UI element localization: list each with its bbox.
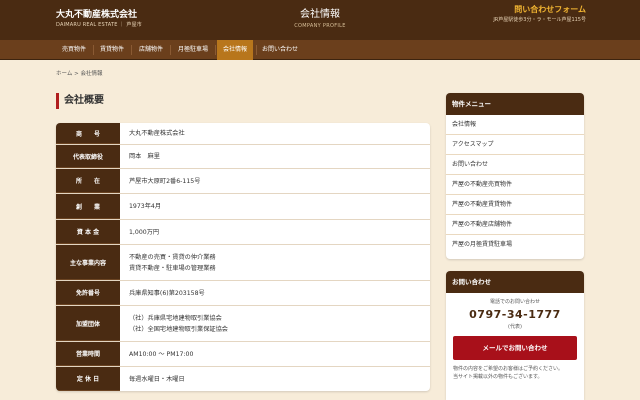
breadcrumb-home[interactable]: ホーム — [56, 71, 72, 77]
value-line: （社）兵庫県宅地建物取引業協会 — [129, 314, 222, 322]
table-row: 代表取締役 岡本 麻里 — [56, 145, 430, 169]
value-line: 岡本 麻里 — [129, 153, 160, 160]
company-subtitle: DAIMARU REAL ESTATE ｜ 芦屋市 — [56, 22, 142, 28]
phone-number[interactable]: 0797-34-1777 — [446, 307, 584, 323]
row-value: 岡本 麻里 — [129, 145, 424, 168]
nav-divider — [170, 45, 171, 55]
nav-divider — [215, 45, 216, 55]
row-label: 営業時間 — [56, 342, 120, 366]
row-label: 代表取締役 — [56, 145, 120, 168]
row-value: （社）兵庫県宅地建物取引業協会 （社）全国宅地建物取引業保証協会 — [129, 306, 424, 341]
row-value: 芦屋市大原町2番6-115号 — [129, 169, 424, 193]
section-heading: 会社概要 — [56, 93, 104, 109]
company-name: 大丸不動産株式会社 — [56, 10, 138, 20]
contact-box-title: お問い合わせ — [446, 271, 584, 293]
table-row: 営業時間 AM10:00 〜 PM17:00 — [56, 342, 430, 367]
page-title: 会社情報 — [300, 9, 340, 20]
contact-form-link[interactable]: 問い合わせフォーム — [493, 4, 586, 16]
company-info-table: 商 号 大丸不動産株式会社 代表取締役 岡本 麻里 所 在 芦屋市大原町2番6-… — [56, 123, 430, 391]
menu-item-access[interactable]: アクセスマップ — [446, 135, 584, 155]
menu-item-company[interactable]: 会社情報 — [446, 115, 584, 135]
value-line: 1973年4月 — [129, 203, 162, 210]
row-value: 1973年4月 — [129, 194, 424, 219]
value-line: 大丸不動産株式会社 — [129, 130, 185, 137]
footnote-line: 物件の内容をご希望のお客様はご予約ください。 — [453, 366, 564, 372]
footnote-line: 当サイト掲載以外の物件もございます。 — [453, 374, 543, 380]
main-nav: 売買物件 賃貸物件 店舗物件 月極駐車場 会社情報 お問い合わせ — [0, 40, 640, 60]
breadcrumb-separator: > — [74, 71, 79, 77]
menu-item-parking[interactable]: 芦屋の月極賃貸駐車場 — [446, 235, 584, 255]
nav-divider — [131, 45, 132, 55]
nav-item-sale[interactable]: 売買物件 — [56, 40, 92, 60]
row-label: 創 業 — [56, 194, 120, 219]
value-line: AM10:00 〜 PM17:00 — [129, 350, 194, 358]
row-label: 免許番号 — [56, 281, 120, 305]
property-menu-title: 物件メニュー — [446, 93, 584, 115]
header-address: JR芦屋駅徒歩3分・ラ・モール芦屋115号 — [493, 17, 586, 23]
property-menu: 物件メニュー 会社情報 アクセスマップ お問い合わせ 芦屋の不動産売買物件 芦屋… — [446, 93, 584, 259]
header-contact: 問い合わせフォーム JR芦屋駅徒歩3分・ラ・モール芦屋115号 — [493, 4, 586, 25]
value-line: （社）全国宅地建物取引業保証協会 — [129, 325, 228, 333]
value-line: 毎週水曜日・木曜日 — [129, 375, 185, 383]
value-line: 1,000万円 — [129, 228, 160, 236]
phone-label: 電話でのお問い合わせ — [489, 299, 540, 305]
value-line: 不動産の売買・賃貸の仲介業務 — [129, 253, 216, 261]
row-value: 大丸不動産株式会社 — [129, 123, 424, 144]
nav-item-rent[interactable]: 賃貸物件 — [94, 40, 130, 60]
mail-contact-button[interactable]: メールでお問い合わせ — [453, 336, 577, 360]
nav-item-company[interactable]: 会社情報 — [217, 40, 254, 60]
breadcrumb: ホーム > 会社情報 — [56, 69, 102, 77]
table-row: 免許番号 兵庫県知事(6)第203158号 — [56, 281, 430, 306]
menu-item-rent[interactable]: 芦屋の不動産賃貸物件 — [446, 195, 584, 215]
row-label: 所 在 — [56, 169, 120, 193]
table-row: 所 在 芦屋市大原町2番6-115号 — [56, 169, 430, 194]
table-row: 創 業 1973年4月 — [56, 194, 430, 220]
site-header: 大丸不動産株式会社 DAIMARU REAL ESTATE ｜ 芦屋市 会社情報… — [0, 0, 640, 40]
page-header-title: 会社情報 COMPANY PROFILE — [220, 8, 420, 31]
phone-note: (代表) — [508, 324, 522, 330]
row-label: 主な事業内容 — [56, 245, 120, 280]
row-label: 定 休 日 — [56, 367, 120, 391]
contact-body: 電話でのお問い合わせ 0797-34-1777 (代表) メールでお問い合わせ … — [446, 293, 584, 381]
row-label: 商 号 — [56, 123, 120, 144]
breadcrumb-current: 会社情報 — [80, 71, 103, 77]
table-row: 定 休 日 毎週水曜日・木曜日 — [56, 367, 430, 391]
page-title-en: COMPANY PROFILE — [294, 23, 346, 29]
menu-item-sale[interactable]: 芦屋の不動産売買物件 — [446, 175, 584, 195]
table-row: 主な事業内容 不動産の売買・賃貸の仲介業務 賃貸不動産・駐車場の管理業務 — [56, 245, 430, 281]
mail-button-label: メールでお問い合わせ — [482, 344, 548, 352]
menu-item-shop[interactable]: 芦屋の不動産店舗物件 — [446, 215, 584, 235]
contact-footnote: 物件の内容をご希望のお客様はご予約ください。 当サイト掲載以外の物件もございます… — [446, 360, 584, 381]
row-value: 兵庫県知事(6)第203158号 — [129, 281, 424, 305]
site-logo[interactable]: 大丸不動産株式会社 DAIMARU REAL ESTATE ｜ 芦屋市 — [56, 10, 142, 29]
table-row: 資 本 金 1,000万円 — [56, 220, 430, 245]
nav-item-contact[interactable]: お問い合わせ — [256, 40, 304, 60]
row-value: 不動産の売買・賃貸の仲介業務 賃貸不動産・駐車場の管理業務 — [129, 245, 424, 280]
table-row: 加盟団体 （社）兵庫県宅地建物取引業協会 （社）全国宅地建物取引業保証協会 — [56, 306, 430, 342]
row-value: AM10:00 〜 PM17:00 — [129, 342, 424, 366]
contact-box: お問い合わせ 電話でのお問い合わせ 0797-34-1777 (代表) メールで… — [446, 271, 584, 400]
value-line: 賃貸不動産・駐車場の管理業務 — [129, 264, 216, 272]
table-row: 商 号 大丸不動産株式会社 — [56, 123, 430, 145]
row-label: 資 本 金 — [56, 220, 120, 244]
menu-item-contact[interactable]: お問い合わせ — [446, 155, 584, 175]
row-value: 1,000万円 — [129, 220, 424, 244]
value-line: 兵庫県知事(6)第203158号 — [129, 289, 205, 297]
value-line: 芦屋市大原町2番6-115号 — [129, 177, 201, 185]
row-value: 毎週水曜日・木曜日 — [129, 367, 424, 391]
row-label: 加盟団体 — [56, 306, 120, 341]
nav-item-parking[interactable]: 月極駐車場 — [172, 40, 214, 60]
nav-item-shop[interactable]: 店舗物件 — [133, 40, 169, 60]
